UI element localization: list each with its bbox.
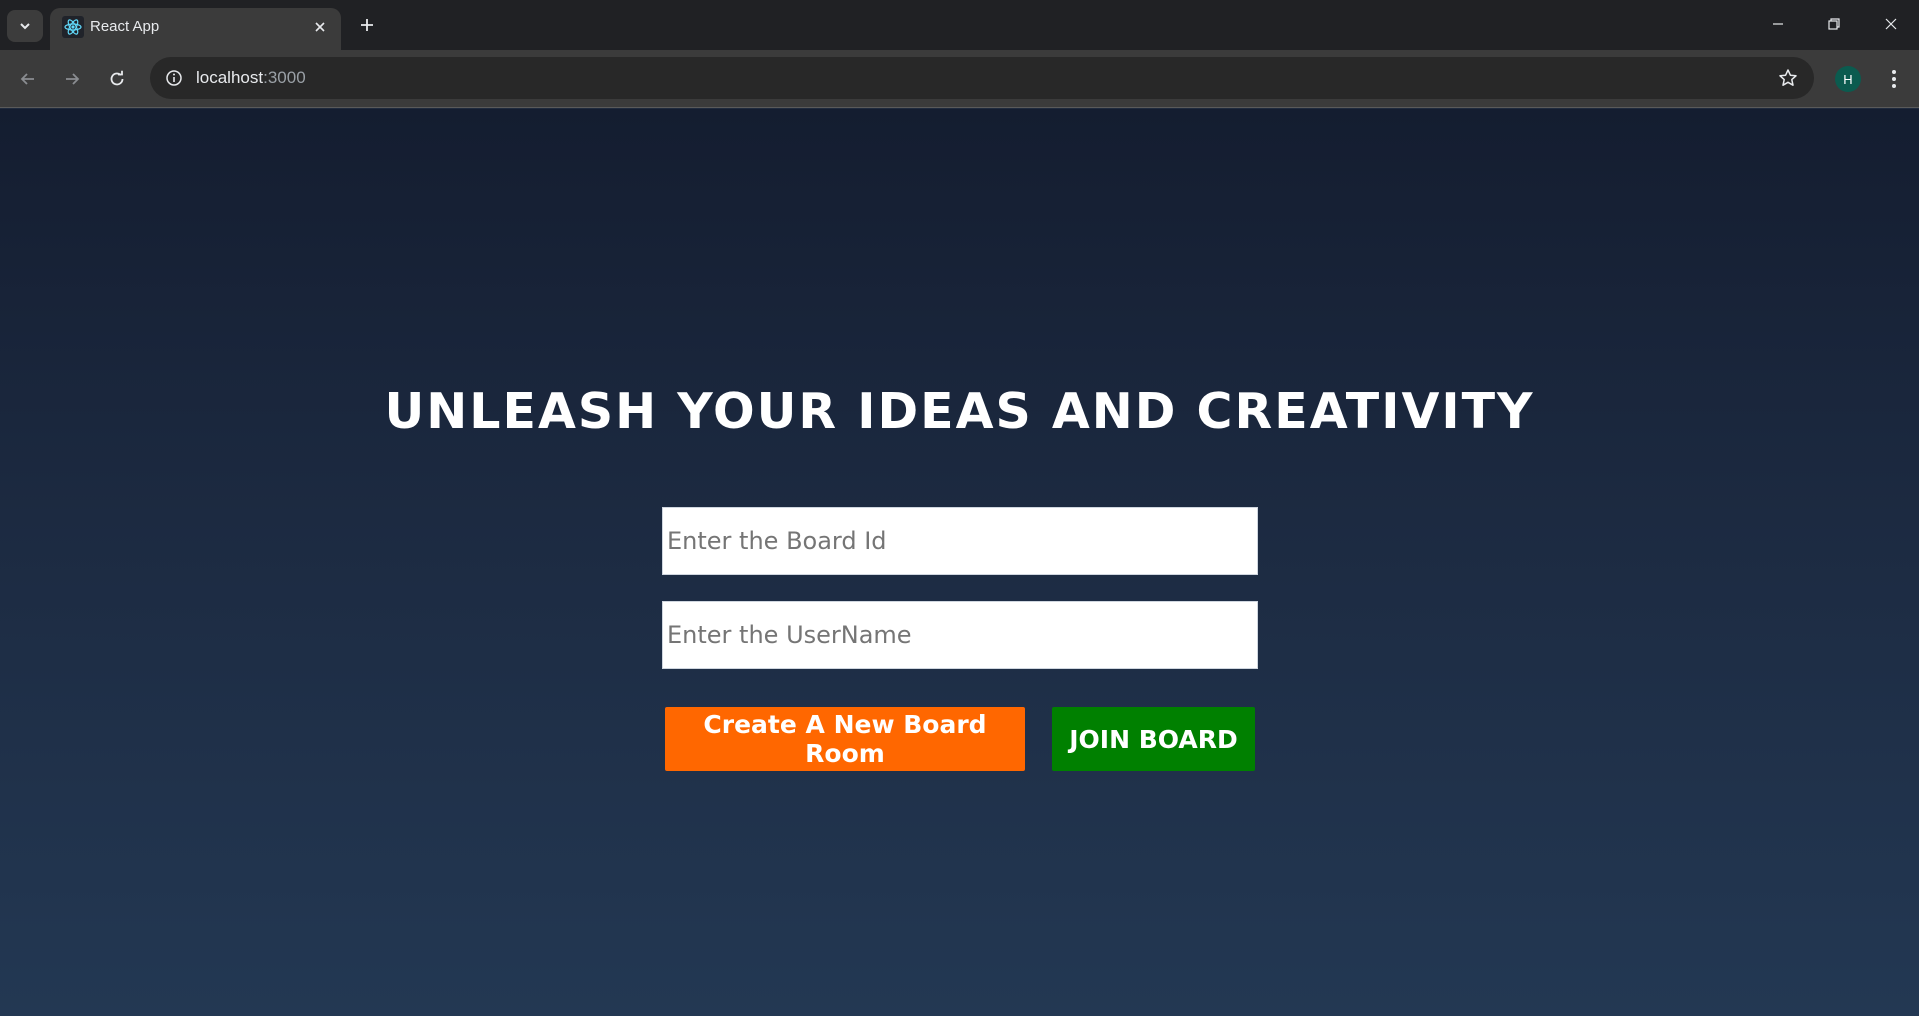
info-icon (166, 70, 182, 86)
board-id-input[interactable] (662, 507, 1258, 575)
site-info-button[interactable] (160, 64, 188, 92)
close-icon (1885, 18, 1897, 30)
new-tab-button[interactable] (354, 12, 380, 38)
plus-icon (361, 19, 373, 31)
restore-icon (1828, 18, 1840, 30)
url-host: localhost (196, 68, 264, 87)
close-window-button[interactable] (1871, 8, 1911, 40)
tab-title: React App (90, 18, 160, 35)
browser-tab-strip: React App (0, 0, 1919, 50)
username-input[interactable] (662, 601, 1258, 669)
minimize-icon (1773, 23, 1783, 25)
back-button[interactable] (12, 63, 44, 95)
url-text: localhost:3000 (196, 68, 306, 88)
browser-toolbar: localhost:3000 H (0, 50, 1919, 108)
arrow-left-icon (20, 73, 34, 85)
forward-button[interactable] (56, 63, 88, 95)
reload-button[interactable] (101, 63, 133, 95)
bookmark-button[interactable] (1776, 66, 1800, 90)
react-logo-icon (62, 16, 84, 38)
profile-avatar[interactable]: H (1835, 66, 1861, 92)
active-tab[interactable]: React App (50, 8, 341, 50)
page-headline: UNLEASH YOUR IDEAS AND CREATIVITY (384, 383, 1535, 440)
restore-button[interactable] (1814, 8, 1854, 40)
browser-menu-button[interactable] (1880, 63, 1908, 95)
url-port: :3000 (263, 68, 306, 87)
tab-close-button[interactable] (309, 16, 331, 38)
join-board-button[interactable]: JOIN BOARD (1052, 707, 1255, 771)
reload-icon (110, 70, 124, 86)
page-viewport: UNLEASH YOUR IDEAS AND CREATIVITY Create… (0, 109, 1919, 1016)
tab-search-button[interactable] (7, 10, 43, 42)
address-bar[interactable]: localhost:3000 (150, 57, 1814, 99)
minimize-button[interactable] (1758, 8, 1798, 40)
kebab-menu-icon (1892, 70, 1896, 88)
arrow-right-icon (66, 73, 80, 85)
create-board-room-button[interactable]: Create A New Board Room (665, 707, 1025, 771)
chevron-down-icon (20, 23, 30, 30)
close-icon (315, 22, 325, 32)
star-icon (1779, 69, 1797, 86)
